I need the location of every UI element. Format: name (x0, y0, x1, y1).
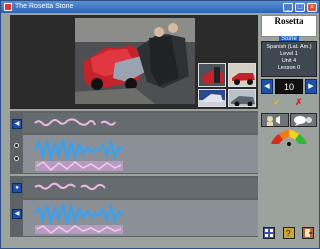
pitch-track (23, 178, 258, 198)
language-label: Spanish (Lat. Am.) (266, 44, 312, 50)
previous-button[interactable]: ◀ (261, 79, 273, 94)
check-icon[interactable]: ✓ (273, 97, 281, 108)
level-label: Level 1 (280, 51, 298, 57)
option-radio[interactable] (14, 143, 19, 148)
lesson-info: Spanish (Lat. Am.) Level 1 Unit 4 Lesson… (261, 41, 317, 77)
title-bar: The Rosetta Stone _ □ × (1, 1, 319, 13)
main-photo[interactable] (75, 18, 195, 104)
app-window: The Rosetta Stone _ □ × ◀ ● ◀ Rosetta St… (0, 0, 320, 249)
audio-panel-native: ◀ (10, 111, 258, 174)
picture-area (10, 15, 258, 109)
toolbar-bottom: ? (261, 227, 317, 241)
thumbnail-photo[interactable] (198, 89, 226, 107)
pitch-track (23, 113, 258, 133)
speech-mode-button[interactable] (290, 113, 317, 127)
voice-meter-icon (269, 130, 309, 146)
thumbnail-photo[interactable] (228, 89, 256, 107)
lesson-label: Lesson 0 (277, 65, 301, 71)
waveform-track (23, 135, 258, 173)
thumbnail-photo[interactable] (228, 63, 256, 87)
audio-panel-recording: ● ◀ (10, 176, 258, 237)
close-button[interactable]: × (307, 2, 317, 12)
logo-text: Rosetta (274, 16, 304, 26)
play-button[interactable]: ◀ (12, 119, 22, 129)
exit-icon[interactable] (302, 227, 314, 239)
thumbnail-photo[interactable] (198, 63, 226, 87)
unit-label: Unit 4 (281, 58, 297, 64)
next-button[interactable]: ▶ (305, 79, 317, 94)
speaker-mode-button[interactable] (261, 113, 289, 127)
x-icon[interactable]: ✗ (295, 97, 303, 108)
screen-counter: 10 (275, 79, 303, 94)
app-icon (4, 3, 12, 11)
window-title: The Rosetta Stone (15, 3, 74, 10)
option-radio[interactable] (14, 156, 19, 161)
rosetta-stone-logo: Rosetta Stone (261, 15, 317, 43)
control-panel: Rosetta Stone Spanish (Lat. Am.) Level 1… (261, 15, 317, 247)
minimize-button[interactable]: _ (283, 2, 293, 12)
grid-icon[interactable] (263, 227, 275, 239)
record-button[interactable]: ● (12, 183, 22, 193)
screen-navigation: ◀ 10 ▶ (261, 79, 317, 95)
playback-button[interactable]: ◀ (12, 209, 22, 219)
help-icon[interactable]: ? (283, 227, 295, 239)
maximize-button[interactable]: □ (295, 2, 305, 12)
waveform-track (23, 200, 258, 236)
svg-text:?: ? (286, 229, 291, 238)
